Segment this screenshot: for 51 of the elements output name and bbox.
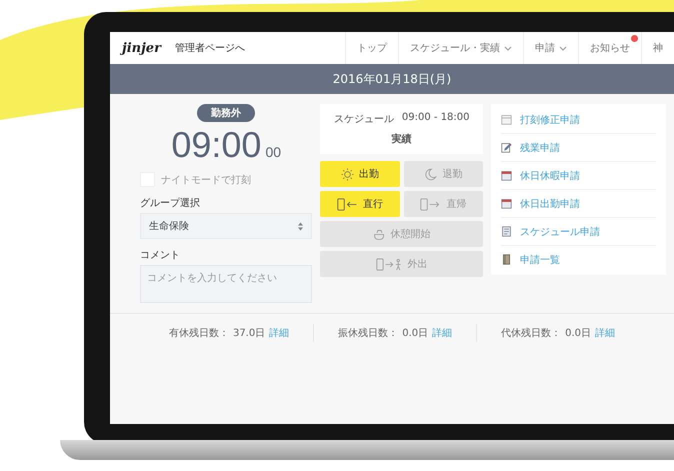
punch-button[interactable]: 外出 bbox=[320, 251, 484, 277]
punch-button[interactable]: 直行 bbox=[320, 191, 400, 217]
jinjer-logo: jinjer bbox=[122, 40, 161, 56]
detail-link[interactable]: 詳細 bbox=[595, 326, 616, 340]
punch-button[interactable]: 退勤 bbox=[404, 161, 484, 187]
request-link[interactable]: スケジュール申請 bbox=[501, 218, 656, 246]
request-link[interactable]: 打刻修正申請 bbox=[501, 106, 656, 134]
calendar-icon bbox=[501, 114, 512, 125]
phone-walker-icon bbox=[376, 258, 403, 270]
date-title: 2016年01月18日(月) bbox=[332, 70, 452, 88]
comment-field[interactable]: コメントを入力してください bbox=[140, 265, 312, 303]
clock-seconds: 00 bbox=[265, 144, 282, 160]
clock-time: 09:00 bbox=[171, 124, 262, 166]
sun-icon bbox=[341, 168, 354, 180]
caret-icon bbox=[559, 46, 567, 50]
pencil-icon bbox=[501, 142, 512, 153]
phone-arrow-icon bbox=[337, 198, 358, 210]
admin-page-link[interactable]: 管理者ページへ bbox=[174, 41, 245, 55]
night-mode-label: ナイトモードで打刻 bbox=[161, 174, 251, 186]
balance-value: 37.0日 bbox=[232, 327, 266, 340]
balance-value: 0.0日 bbox=[565, 327, 592, 340]
punch-button[interactable]: 休憩開始 bbox=[320, 221, 484, 247]
schedule-note: 実績 bbox=[392, 132, 412, 146]
group-label: グループ選択 bbox=[140, 196, 200, 210]
detail-link[interactable]: 詳細 bbox=[269, 326, 290, 340]
updown-arrows-icon bbox=[298, 222, 304, 230]
request-link[interactable]: 申請一覧 bbox=[501, 246, 656, 273]
punch-button[interactable]: 直帰 bbox=[404, 191, 484, 217]
request-link[interactable]: 休日出勤申請 bbox=[501, 190, 656, 218]
comment-label: コメント bbox=[140, 249, 180, 262]
balance-label: 振休残日数： bbox=[338, 326, 398, 340]
calendar-icon bbox=[501, 198, 512, 209]
caret-icon bbox=[504, 46, 512, 50]
phone-arrow-icon bbox=[420, 198, 442, 210]
detail-link[interactable]: 詳細 bbox=[432, 326, 452, 340]
request-link[interactable]: 残業申請 bbox=[501, 134, 656, 162]
moon-icon bbox=[424, 168, 438, 180]
group-select[interactable]: 生命保険 bbox=[140, 213, 312, 239]
notification-badge bbox=[631, 35, 638, 42]
schedule-label: スケジュール bbox=[334, 113, 394, 126]
status-badge: 勤務外 bbox=[197, 104, 256, 122]
cup-icon bbox=[372, 228, 386, 240]
document-icon bbox=[501, 226, 512, 237]
balance-value: 0.0日 bbox=[402, 327, 428, 340]
punch-button[interactable]: 出勤 bbox=[320, 161, 400, 187]
schedule-time: 09:00 - 18:00 bbox=[402, 112, 470, 125]
calendar-icon bbox=[501, 170, 512, 181]
balance-label: 有休残日数： bbox=[168, 326, 229, 340]
request-link[interactable]: 休日休暇申請 bbox=[501, 162, 656, 190]
balance-label: 代休残日数： bbox=[501, 326, 562, 340]
book-icon bbox=[501, 254, 512, 265]
